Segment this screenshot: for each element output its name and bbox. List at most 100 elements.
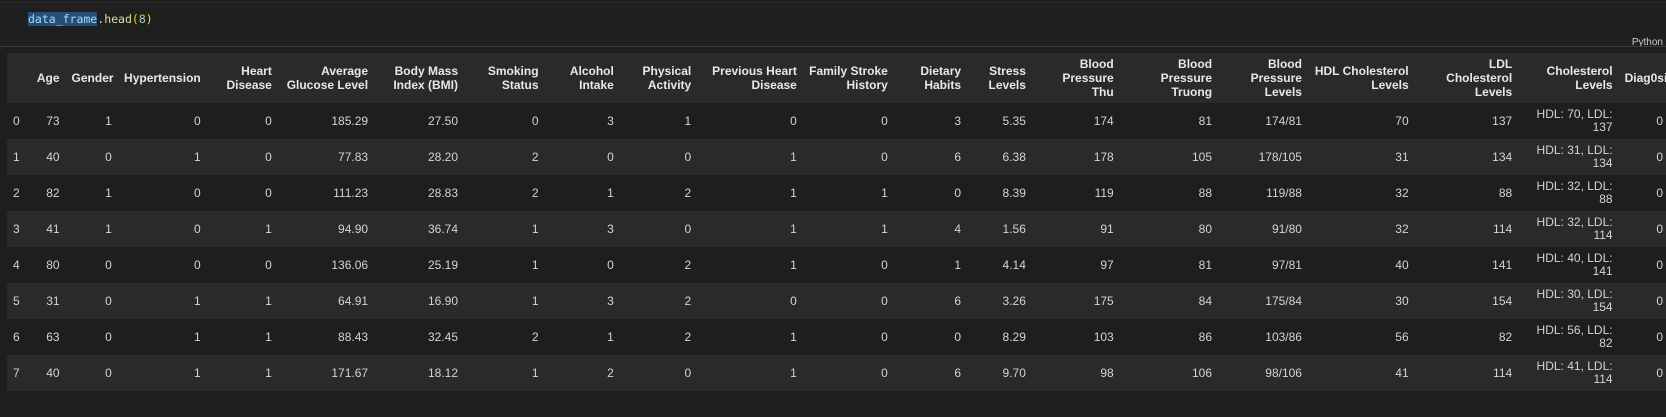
table-cell: 0 xyxy=(117,175,207,211)
table-cell: 1 xyxy=(65,175,118,211)
table-cell: 0 xyxy=(65,319,118,355)
table-cell: 1 xyxy=(117,283,207,319)
column-header: Dietary Habits xyxy=(893,53,968,103)
table-cell: 8.39 xyxy=(967,175,1032,211)
table-cell: HDL: 32, LDL: 114 xyxy=(1518,211,1619,247)
table-cell: 1 xyxy=(206,355,278,391)
table-cell: 3 xyxy=(544,283,620,319)
code-line[interactable]: data_frame.head(8) xyxy=(28,12,153,26)
row-index: 3 xyxy=(7,211,28,247)
table-cell: 80 xyxy=(1119,211,1219,247)
table-cell: 185.29 xyxy=(277,103,375,139)
table-cell: 175 xyxy=(1031,283,1120,319)
table-cell: 32.45 xyxy=(374,319,464,355)
table-cell: 0 xyxy=(619,211,698,247)
code-open-paren: ( xyxy=(131,12,139,26)
table-cell: 137 xyxy=(1414,103,1519,139)
table-cell: 91 xyxy=(1031,211,1120,247)
table-cell: HDL: 70, LDL: 137 xyxy=(1518,103,1619,139)
table-cell: 82 xyxy=(27,175,66,211)
table-cell: 31 xyxy=(27,283,66,319)
table-cell: 16.90 xyxy=(374,283,464,319)
table-cell: 174 xyxy=(1031,103,1120,139)
table-cell: 1 xyxy=(697,319,803,355)
table-cell: 40 xyxy=(1307,247,1415,283)
table-cell: 1 xyxy=(464,355,545,391)
table-cell: 0 xyxy=(1618,319,1666,355)
table-cell: 0 xyxy=(65,355,118,391)
table-cell: 178/105 xyxy=(1218,139,1308,175)
table-cell: 28.83 xyxy=(374,175,464,211)
table-cell: 0 xyxy=(619,139,698,175)
column-header: Physical Activity xyxy=(619,53,698,103)
table-cell: 0 xyxy=(1618,355,1666,391)
row-index: 0 xyxy=(7,103,28,139)
table-cell: 1 xyxy=(802,211,894,247)
row-index: 5 xyxy=(7,283,28,319)
table-cell: 1 xyxy=(697,175,803,211)
table-cell: 97/81 xyxy=(1218,247,1308,283)
code-cell-input[interactable]: data_frame.head(8) Python xyxy=(0,3,1666,48)
table-cell: 136.06 xyxy=(277,247,375,283)
table-cell: 31 xyxy=(1307,139,1415,175)
table-cell: 1 xyxy=(117,355,207,391)
column-header: Cholesterol Levels xyxy=(1518,53,1619,103)
table-cell: 56 xyxy=(1307,319,1415,355)
column-header: Body Mass Index (BMI) xyxy=(374,53,464,103)
column-header: Diag0sis xyxy=(1618,53,1666,103)
row-index: 1 xyxy=(7,139,28,175)
table-cell: 1 xyxy=(802,175,894,211)
table-cell: 1 xyxy=(544,319,620,355)
table-header-row: Age Gender Hypertension Heart Disease Averag… xyxy=(7,53,1666,103)
table-cell: 2 xyxy=(464,139,545,175)
table-cell: 0 xyxy=(893,319,968,355)
table-cell: HDL: 56, LDL: 82 xyxy=(1518,319,1619,355)
table-cell: 0 xyxy=(802,283,894,319)
notebook-cell: data_frame.head(8) Python Age Gender Hyper… xyxy=(0,0,1666,417)
table-cell: 0 xyxy=(117,103,207,139)
table-cell: 91/80 xyxy=(1218,211,1308,247)
table-cell: 106 xyxy=(1119,355,1219,391)
table-cell: 28.20 xyxy=(374,139,464,175)
table-cell: HDL: 41, LDL: 114 xyxy=(1518,355,1619,391)
table-cell: 0 xyxy=(697,283,803,319)
table-cell: HDL: 32, LDL: 88 xyxy=(1518,175,1619,211)
table-cell: 1 xyxy=(65,103,118,139)
table-cell: 1 xyxy=(697,355,803,391)
table-cell: 2 xyxy=(464,319,545,355)
table-cell: 81 xyxy=(1119,103,1219,139)
table-cell: 178 xyxy=(1031,139,1120,175)
column-header: Previous Heart Disease xyxy=(697,53,803,103)
table-cell: 119/88 xyxy=(1218,175,1308,211)
table-cell: 41 xyxy=(27,211,66,247)
table-cell: 0 xyxy=(802,139,894,175)
table-cell: 5.35 xyxy=(967,103,1032,139)
row-index: 7 xyxy=(7,355,28,391)
table-cell: 1 xyxy=(893,247,968,283)
table-cell: 0 xyxy=(117,247,207,283)
table-cell: 1 xyxy=(544,175,620,211)
table-row: 1 40 0 1 0 77.83 28.20 2 0 0 1 0 6 6.38 178 105 178/105 3… xyxy=(7,139,1666,175)
table-cell: 3 xyxy=(544,103,620,139)
table-cell: 94.90 xyxy=(277,211,375,247)
table-cell: 1 xyxy=(619,103,698,139)
table-cell: 105 xyxy=(1119,139,1219,175)
table-cell: 0 xyxy=(206,139,278,175)
table-cell: 0 xyxy=(697,103,803,139)
table-cell: 0 xyxy=(619,355,698,391)
table-cell: 0 xyxy=(1618,247,1666,283)
table-cell: 111.23 xyxy=(277,175,375,211)
table-cell: 174/81 xyxy=(1218,103,1308,139)
table-cell: 2 xyxy=(619,283,698,319)
table-cell: 81 xyxy=(1119,247,1219,283)
table-cell: 36.74 xyxy=(374,211,464,247)
row-index: 6 xyxy=(7,319,28,355)
table-cell: 9.70 xyxy=(967,355,1032,391)
table-cell: 1.56 xyxy=(967,211,1032,247)
code-function: head xyxy=(104,12,132,26)
table-cell: 3 xyxy=(893,103,968,139)
code-argument: 8 xyxy=(138,12,146,26)
table-cell: 8.29 xyxy=(967,319,1032,355)
table-cell: 103 xyxy=(1031,319,1120,355)
table-cell: 119 xyxy=(1031,175,1120,211)
